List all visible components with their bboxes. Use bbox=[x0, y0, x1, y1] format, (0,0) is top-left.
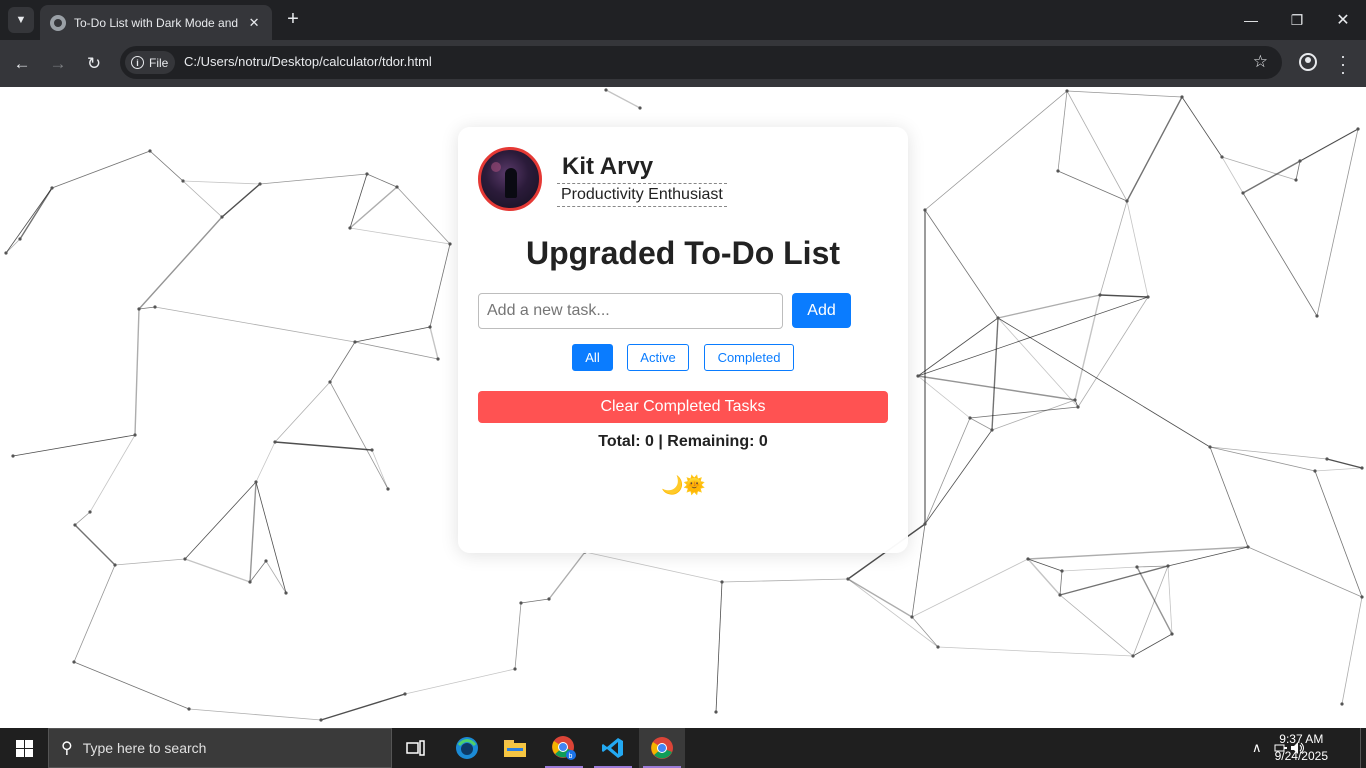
forward-arrow-icon[interactable]: → bbox=[45, 51, 71, 77]
bookmark-star-icon[interactable]: ☆ bbox=[1253, 52, 1268, 72]
svg-text:b: b bbox=[569, 753, 573, 760]
show-desktop-button[interactable] bbox=[1360, 728, 1366, 768]
file-explorer-icon[interactable] bbox=[492, 728, 538, 768]
tab-close-icon[interactable]: ✕ bbox=[246, 15, 262, 31]
task-stats: Total: 0 | Remaining: 0 bbox=[598, 433, 768, 450]
todo-card: Kit Arvy Productivity Enthusiast Upgrade… bbox=[458, 127, 908, 553]
address-bar[interactable]: i File C:/Users/notru/Desktop/calculator… bbox=[120, 46, 1282, 79]
close-window-icon[interactable]: ✕ bbox=[1320, 0, 1366, 40]
chrome-profile-icon[interactable]: b bbox=[541, 728, 587, 768]
taskbar-clock[interactable]: 9:37 AM 9/24/2025 bbox=[1275, 731, 1328, 765]
back-arrow-icon[interactable]: ← bbox=[9, 51, 35, 77]
minimize-icon[interactable]: — bbox=[1228, 0, 1274, 40]
theme-toggle-moon-sun-icon[interactable]: 🌙🌞 bbox=[661, 475, 706, 496]
avatar-figure bbox=[505, 168, 517, 198]
filter-completed-button[interactable]: Completed bbox=[704, 344, 794, 371]
clock-date: 9/24/2025 bbox=[1274, 749, 1328, 763]
chrome-icon[interactable] bbox=[639, 728, 685, 768]
avatar-glow bbox=[491, 162, 501, 172]
clear-completed-button[interactable]: Clear Completed Tasks bbox=[478, 391, 888, 423]
vscode-icon[interactable] bbox=[590, 728, 636, 768]
profile-name: Kit Arvy bbox=[562, 153, 654, 180]
search-icon: ⚲ bbox=[61, 740, 73, 757]
browser-toolbar: ← → ↻ i File C:/Users/notru/Desktop/calc… bbox=[0, 40, 1366, 87]
more-menu-icon[interactable]: · · · bbox=[1335, 47, 1351, 81]
filter-all-button[interactable]: All bbox=[572, 344, 613, 371]
tab-strip: ▼ To-Do List with Dark Mode and ✕ + — ❐ … bbox=[0, 0, 1366, 40]
globe-icon bbox=[50, 14, 66, 31]
profile-role: Productivity Enthusiast bbox=[557, 183, 727, 207]
taskbar-search-placeholder: Type here to search bbox=[82, 740, 207, 756]
avatar bbox=[478, 147, 542, 211]
tray-chevron-up-icon[interactable]: ∧ bbox=[1252, 728, 1262, 768]
task-view-icon[interactable] bbox=[393, 728, 439, 768]
edge-icon[interactable] bbox=[444, 728, 490, 768]
new-task-input[interactable] bbox=[478, 293, 783, 329]
site-info-chip[interactable]: i File bbox=[125, 51, 175, 74]
windows-taskbar: ⚲ Type here to search b ∧ 9:37 AM 9/24/2… bbox=[0, 728, 1366, 768]
site-info-label: File bbox=[149, 55, 169, 70]
new-tab-button[interactable]: + bbox=[282, 8, 304, 30]
clock-time: 9:37 AM bbox=[1279, 732, 1324, 746]
profile-icon[interactable] bbox=[1299, 53, 1317, 71]
windows-start-icon[interactable] bbox=[0, 728, 48, 768]
restore-icon[interactable]: ❐ bbox=[1274, 0, 1320, 40]
url-text[interactable]: C:/Users/notru/Desktop/calculator/tdor.h… bbox=[184, 54, 432, 69]
tab-title: To-Do List with Dark Mode and bbox=[74, 15, 239, 30]
reload-icon[interactable]: ↻ bbox=[81, 51, 107, 77]
page-title: Upgraded To-Do List bbox=[525, 235, 841, 271]
page-viewport: Kit Arvy Productivity Enthusiast Upgrade… bbox=[0, 87, 1366, 728]
taskbar-search-box[interactable]: ⚲ Type here to search bbox=[48, 728, 392, 768]
info-icon: i bbox=[131, 56, 144, 69]
add-task-button[interactable]: Add bbox=[792, 293, 851, 328]
filter-active-button[interactable]: Active bbox=[627, 344, 689, 371]
tab-search-chevron-icon[interactable]: ▼ bbox=[8, 7, 34, 33]
browser-tab[interactable]: To-Do List with Dark Mode and ✕ bbox=[40, 5, 272, 40]
